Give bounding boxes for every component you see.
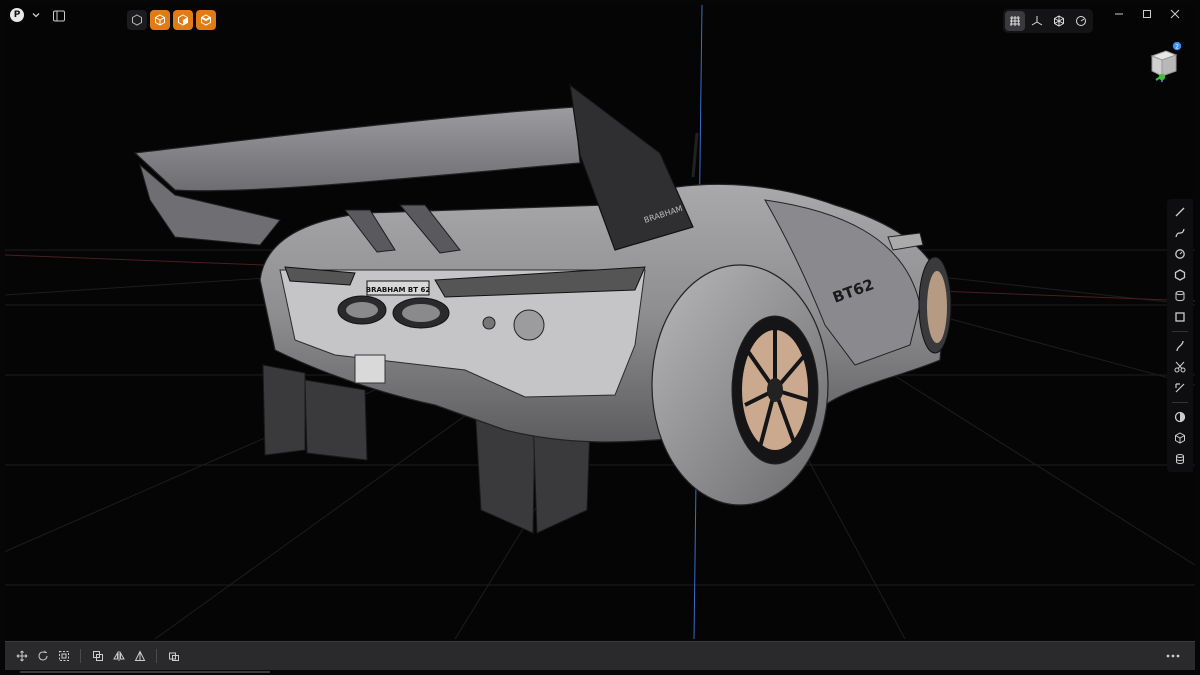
view-tools: [1003, 9, 1093, 33]
reverse-light: [482, 316, 496, 330]
mirror-icon[interactable]: [109, 646, 129, 666]
front-wheel: [918, 256, 952, 354]
3d-viewport[interactable]: BRABHAM BT 62 BRABHAM BT62: [5, 5, 1195, 639]
cylinder-icon[interactable]: [1171, 287, 1189, 305]
duplicate-icon[interactable]: [88, 646, 108, 666]
polygon-icon[interactable]: [1171, 266, 1189, 284]
antenna: [691, 132, 699, 178]
toolbar-divider: [156, 649, 157, 663]
select-edge-icon[interactable]: [196, 10, 216, 30]
rear-wheel: [651, 264, 829, 506]
more-options-icon[interactable]: [1163, 646, 1183, 666]
status-strip: [20, 671, 270, 673]
toolbar-divider: [1172, 402, 1188, 403]
select-object-icon[interactable]: [127, 10, 147, 30]
fog-light: [513, 309, 545, 341]
viewport-scene: BRABHAM BT 62 BRABHAM BT62: [5, 5, 1195, 639]
spline-icon[interactable]: [1171, 337, 1189, 355]
scale-icon[interactable]: [54, 646, 74, 666]
box-icon[interactable]: [1171, 429, 1189, 447]
cut-icon[interactable]: [1171, 358, 1189, 376]
plate-text: BRABHAM BT 62: [366, 286, 431, 294]
database-icon[interactable]: [1171, 450, 1189, 468]
circle-icon[interactable]: [1171, 245, 1189, 263]
line-icon[interactable]: [1171, 203, 1189, 221]
right-toolbar: [1167, 199, 1193, 472]
select-face-icon[interactable]: [173, 10, 193, 30]
render-mode-icon[interactable]: [1049, 11, 1069, 31]
select-body-icon[interactable]: [150, 10, 170, 30]
sphere-icon[interactable]: [1171, 408, 1189, 426]
material-icon[interactable]: [1071, 11, 1091, 31]
move-icon[interactable]: [12, 646, 32, 666]
window-controls: [1112, 7, 1182, 21]
rotate-icon[interactable]: [33, 646, 53, 666]
minimize-icon[interactable]: [1112, 7, 1126, 21]
measure-icon[interactable]: [1171, 379, 1189, 397]
plane-icon[interactable]: [1171, 308, 1189, 326]
toolbar-divider: [80, 649, 81, 663]
selection-mode-toolbar: [127, 10, 216, 30]
bottom-toolbar: [5, 641, 1195, 670]
app-window: BRABHAM BT 62 BRABHAM BT62 P 2: [0, 0, 1200, 675]
view-cube[interactable]: 2: [1146, 41, 1186, 82]
close-icon[interactable]: [1168, 7, 1182, 21]
group-icon[interactable]: [164, 646, 184, 666]
chevron-down-icon[interactable]: [30, 9, 42, 21]
maximize-icon[interactable]: [1140, 7, 1154, 21]
curve-icon[interactable]: [1171, 224, 1189, 242]
avatar[interactable]: P: [10, 8, 24, 22]
axis-icon[interactable]: [1027, 11, 1047, 31]
align-icon[interactable]: [130, 646, 150, 666]
title-area: P: [10, 8, 66, 22]
sidebar-toggle-icon[interactable]: [52, 8, 66, 22]
grid-icon[interactable]: [1005, 11, 1025, 31]
view-cube-badge: 2: [1175, 44, 1179, 51]
rear-wing: [133, 106, 581, 192]
toolbar-divider: [1172, 331, 1188, 332]
rear-grille: [354, 354, 386, 384]
